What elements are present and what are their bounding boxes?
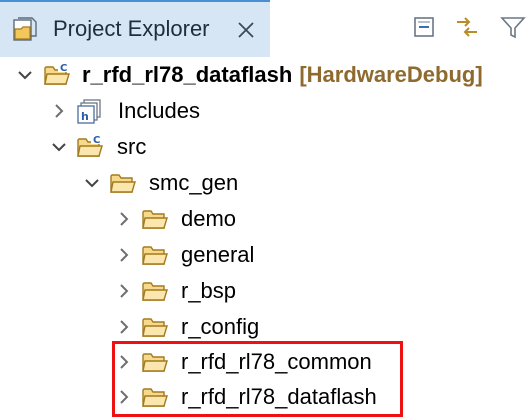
tree-item-demo[interactable]: demo	[0, 202, 527, 238]
chevron-right-icon[interactable]	[115, 210, 133, 228]
project-explorer-icon	[13, 17, 37, 41]
tree-item-label: src	[117, 134, 147, 159]
project-explorer-header: Project Explorer	[0, 0, 527, 57]
tree-item-general[interactable]: general	[0, 238, 527, 274]
project-build-config: [HardwareDebug]	[299, 62, 483, 87]
tree-item-label: r_rfd_rl78_common	[181, 349, 372, 374]
close-icon[interactable]	[235, 19, 257, 41]
tree-item-label: r_rfd_rl78_dataflash	[181, 384, 377, 409]
tree-item-label: smc_gen	[149, 170, 239, 195]
folder-icon	[141, 314, 169, 340]
folder-icon	[141, 242, 169, 268]
project-name: r_rfd_rl78_dataflash	[82, 62, 293, 87]
chevron-down-icon[interactable]	[16, 66, 34, 84]
tree-item-label: r_config	[181, 314, 260, 339]
chevron-down-icon[interactable]	[50, 138, 68, 156]
chevron-right-icon[interactable]	[50, 102, 68, 120]
tree-item-label: Includes	[118, 98, 200, 123]
folder-icon	[141, 206, 169, 232]
svg-text:C: C	[93, 135, 100, 146]
tree-item-label: r_bsp	[181, 278, 237, 303]
project-label: r_rfd_rl78_dataflash [HardwareDebug]	[82, 60, 483, 90]
svg-text:C: C	[60, 63, 67, 74]
chevron-right-icon[interactable]	[115, 282, 133, 300]
tree-item-includes[interactable]: h Includes	[0, 94, 527, 130]
folder-icon	[141, 278, 169, 304]
filter-icon[interactable]	[499, 13, 527, 41]
tree-item-r-rfd-rl78-common[interactable]: r_rfd_rl78_common	[0, 345, 527, 381]
includes-icon: h	[77, 99, 101, 124]
project-tree[interactable]: C r_rfd_rl78_dataflash [HardwareDebug] h …	[0, 57, 527, 409]
source-folder-icon: C	[77, 134, 103, 157]
tree-item-r-bsp[interactable]: r_bsp	[0, 274, 527, 310]
tree-item-label: general	[181, 242, 255, 267]
tree-item-r-rfd-rl78-dataflash[interactable]: r_rfd_rl78_dataflash	[0, 380, 527, 416]
project-explorer-tab[interactable]: Project Explorer	[0, 0, 270, 57]
svg-text:h: h	[81, 110, 89, 123]
tree-item-src[interactable]: C src	[0, 130, 527, 166]
tree-item-project[interactable]: C r_rfd_rl78_dataflash [HardwareDebug]	[0, 58, 527, 94]
view-title: Project Explorer	[53, 16, 210, 41]
tree-item-smc-gen[interactable]: smc_gen	[0, 166, 527, 202]
folder-icon	[109, 170, 137, 196]
folder-icon	[141, 349, 169, 375]
link-with-editor-icon[interactable]	[453, 13, 481, 41]
chevron-right-icon[interactable]	[115, 318, 133, 336]
chevron-down-icon[interactable]	[83, 174, 101, 192]
tree-item-label: demo	[181, 206, 237, 231]
chevron-right-icon[interactable]	[115, 246, 133, 264]
collapse-all-icon[interactable]	[411, 13, 439, 41]
chevron-right-icon[interactable]	[115, 388, 133, 406]
chevron-right-icon[interactable]	[115, 353, 133, 371]
c-project-icon: C	[44, 62, 70, 85]
folder-icon	[141, 384, 169, 410]
tree-item-r-config[interactable]: r_config	[0, 310, 527, 346]
